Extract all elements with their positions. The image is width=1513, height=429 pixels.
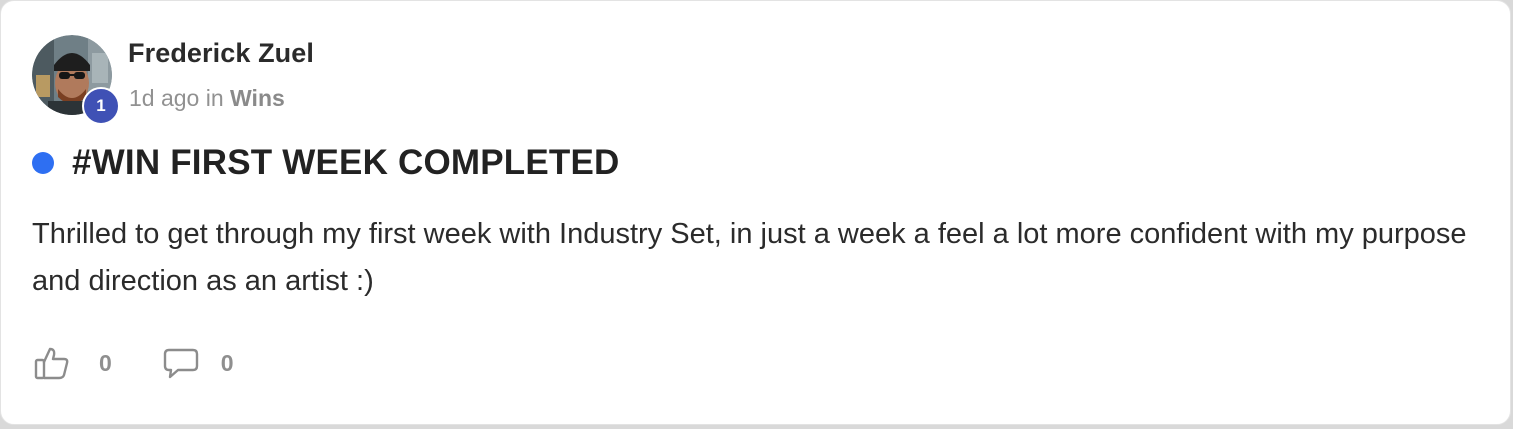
- post-body: Thrilled to get through my first week wi…: [32, 218, 1467, 297]
- post-title-row[interactable]: #WIN FIRST WEEK COMPLETED: [32, 143, 620, 183]
- post-actions: 0 0: [33, 345, 234, 381]
- like-count: 0: [99, 349, 112, 376]
- category-link[interactable]: Wins: [230, 85, 285, 111]
- like-button[interactable]: 0: [33, 345, 112, 381]
- author-avatar-group[interactable]: 1: [32, 35, 120, 125]
- post-time: 1d ago: [129, 85, 200, 111]
- unread-indicator-icon: [32, 152, 54, 174]
- level-badge: 1: [82, 87, 120, 125]
- post-title[interactable]: #WIN FIRST WEEK COMPLETED: [72, 143, 620, 183]
- comment-count: 0: [220, 349, 234, 376]
- thumbs-up-icon: [34, 347, 69, 380]
- post-meta: 1d ago in Wins: [129, 85, 285, 112]
- comment-button[interactable]: 0: [162, 345, 234, 381]
- meta-in-label: in: [205, 85, 224, 111]
- author-name[interactable]: Frederick Zuel: [128, 38, 314, 69]
- comment-bubble-icon: [163, 348, 198, 379]
- post-card[interactable]: 1 Frederick Zuel 1d ago in Wins #WIN FIR…: [0, 0, 1511, 425]
